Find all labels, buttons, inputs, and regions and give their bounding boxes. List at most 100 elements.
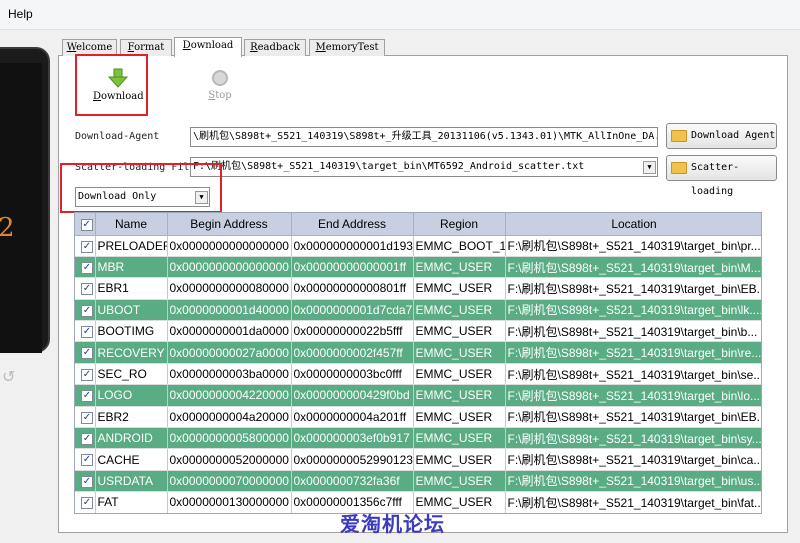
cell-name: CACHE bbox=[95, 448, 168, 471]
cell-begin-address: 0x0000000070000000 bbox=[167, 470, 292, 493]
back-arrow-icon: ↺ bbox=[2, 367, 16, 386]
scatter-loading-value: F:\刷机包\S898t+_S521_140319\target_bin\MT6… bbox=[193, 161, 585, 172]
cell-region: EMMC_USER bbox=[413, 470, 506, 493]
stop-button[interactable]: Stop bbox=[200, 70, 240, 106]
table-row[interactable]: ✓ RECOVERY 0x00000000027a0000 0x0000000002f… bbox=[75, 341, 761, 364]
checkbox-check-icon: ✓ bbox=[81, 326, 93, 339]
cell-begin-address: 0x0000000001da0000 bbox=[167, 320, 292, 343]
row-checkbox[interactable]: ✓ bbox=[75, 299, 96, 322]
cell-name: FAT bbox=[95, 491, 168, 513]
row-checkbox[interactable]: ✓ bbox=[75, 406, 96, 429]
chevron-down-icon[interactable]: ▼ bbox=[643, 161, 656, 174]
cell-end-address: 0x00000000000001ff bbox=[291, 256, 414, 279]
table-row[interactable]: ✓ EBR2 0x0000000004a20000 0x0000000004a201f… bbox=[75, 406, 761, 429]
row-checkbox[interactable]: ✓ bbox=[75, 320, 96, 343]
cell-end-address: 0x000000000001d193 bbox=[291, 235, 414, 257]
cell-begin-address: 0x0000000000000000 bbox=[167, 235, 292, 257]
cell-end-address: 0x0000000004a201ff bbox=[291, 406, 414, 429]
tab-readback[interactable]: Readback bbox=[244, 39, 306, 56]
tab-memorytest-label: emoryTest bbox=[325, 42, 379, 53]
cell-location: F:\刷机包\S898t+_S521_140319\target_bin\sy.… bbox=[505, 427, 761, 450]
cell-begin-address: 0x0000000004220000 bbox=[167, 384, 292, 407]
cell-region: EMMC_USER bbox=[413, 320, 506, 343]
cell-begin-address: 0x0000000130000000 bbox=[167, 491, 292, 513]
column-header-region[interactable]: Region bbox=[413, 213, 506, 236]
table-row[interactable]: ✓ BOOTIMG 0x0000000001da0000 0x00000000022b… bbox=[75, 320, 761, 343]
cell-location: F:\刷机包\S898t+_S521_140319\target_bin\lo.… bbox=[505, 384, 761, 407]
select-all-checkbox[interactable]: ✓ bbox=[75, 213, 96, 236]
cell-name: RECOVERY bbox=[95, 341, 168, 364]
cell-begin-address: 0x00000000027a0000 bbox=[167, 341, 292, 364]
table-row[interactable]: ✓ MBR 0x0000000000000000 0x00000000000001ff… bbox=[75, 256, 761, 279]
cell-name: LOGO bbox=[95, 384, 168, 407]
row-checkbox[interactable]: ✓ bbox=[75, 448, 96, 471]
menu-bar: Help bbox=[0, 0, 800, 30]
cell-location: F:\刷机包\S898t+_S521_140319\target_bin\EB.… bbox=[505, 277, 761, 300]
cell-name: UBOOT bbox=[95, 299, 168, 322]
checkbox-check-icon: ✓ bbox=[81, 454, 93, 467]
checkbox-check-icon: ✓ bbox=[81, 433, 93, 446]
table-row[interactable]: ✓ EBR1 0x0000000000080000 0x00000000000801f… bbox=[75, 277, 761, 300]
cell-location: F:\刷机包\S898t+_S521_140319\target_bin\ca.… bbox=[505, 448, 761, 471]
menu-help[interactable]: Help bbox=[8, 7, 33, 21]
checkbox-check-icon: ✓ bbox=[81, 475, 93, 488]
row-checkbox[interactable]: ✓ bbox=[75, 277, 96, 300]
tab-memorytest[interactable]: MemoryTest bbox=[309, 39, 385, 56]
cell-region: EMMC_BOOT_1 bbox=[413, 235, 506, 257]
cell-name: MBR bbox=[95, 256, 168, 279]
cell-begin-address: 0x0000000000080000 bbox=[167, 277, 292, 300]
scatter-loading-button[interactable]: Scatter-loading bbox=[666, 155, 777, 197]
tab-download[interactable]: Download bbox=[174, 37, 242, 57]
column-header-begin-address[interactable]: Begin Address bbox=[167, 213, 292, 236]
download-agent-label: Download-Agent bbox=[75, 131, 160, 142]
cell-region: EMMC_USER bbox=[413, 299, 506, 322]
cell-location: F:\刷机包\S898t+_S521_140319\target_bin\M..… bbox=[505, 256, 761, 279]
row-checkbox[interactable]: ✓ bbox=[75, 384, 96, 407]
tab-readback-label: eadback bbox=[257, 42, 300, 53]
cell-location: F:\刷机包\S898t+_S521_140319\target_bin\lk.… bbox=[505, 299, 761, 322]
annotation-box-download bbox=[75, 54, 148, 116]
cell-name: EBR1 bbox=[95, 277, 168, 300]
download-agent-button-label: Download Agent bbox=[691, 130, 776, 141]
cell-location: F:\刷机包\S898t+_S521_140319\target_bin\pr.… bbox=[505, 235, 761, 257]
row-checkbox[interactable]: ✓ bbox=[75, 491, 96, 513]
row-checkbox[interactable]: ✓ bbox=[75, 427, 96, 450]
cell-end-address: 0x000000000429f0bd bbox=[291, 384, 414, 407]
table-body: ✓ PRELOADER 0x0000000000000000 0x0000000000… bbox=[75, 235, 761, 513]
tab-download-underline: D bbox=[182, 40, 191, 51]
checkbox-check-icon: ✓ bbox=[80, 218, 93, 231]
row-checkbox[interactable]: ✓ bbox=[75, 235, 96, 257]
tab-memorytest-underline: M bbox=[315, 42, 326, 53]
scatter-loading-field[interactable]: F:\刷机包\S898t+_S521_140319\target_bin\MT6… bbox=[190, 157, 658, 177]
row-checkbox[interactable]: ✓ bbox=[75, 256, 96, 279]
cell-location: F:\刷机包\S898t+_S521_140319\target_bin\EB.… bbox=[505, 406, 761, 429]
column-header-name[interactable]: Name bbox=[95, 213, 168, 236]
cell-end-address: 0x0000000001d7cda7 bbox=[291, 299, 414, 322]
table-row[interactable]: ✓ SEC_RO 0x0000000003ba0000 0x0000000003bc0… bbox=[75, 363, 761, 386]
table-row[interactable]: ✓ CACHE 0x0000000052000000 0x00000000529901… bbox=[75, 448, 761, 471]
column-header-end-address[interactable]: End Address bbox=[291, 213, 414, 236]
download-agent-field[interactable]: \刷机包\S898t+_S521_140319\S898t+_升级工具_2013… bbox=[190, 127, 658, 147]
row-checkbox[interactable]: ✓ bbox=[75, 470, 96, 493]
download-agent-button[interactable]: Download Agent bbox=[666, 123, 777, 149]
table-row[interactable]: ✓ UBOOT 0x0000000001d40000 0x0000000001d7cd… bbox=[75, 299, 761, 322]
column-header-location[interactable]: Location bbox=[505, 213, 761, 236]
table-row[interactable]: ✓ PRELOADER 0x0000000000000000 0x0000000000… bbox=[75, 235, 761, 257]
cell-name: PRELOADER bbox=[95, 235, 168, 257]
row-checkbox[interactable]: ✓ bbox=[75, 341, 96, 364]
cell-location: F:\刷机包\S898t+_S521_140319\target_bin\re.… bbox=[505, 341, 761, 364]
checkbox-check-icon: ✓ bbox=[81, 261, 93, 274]
cell-location: F:\刷机包\S898t+_S521_140319\target_bin\us.… bbox=[505, 470, 761, 493]
phone-graphic: 2 ↺ bbox=[0, 47, 50, 386]
cell-name: EBR2 bbox=[95, 406, 168, 429]
row-checkbox[interactable]: ✓ bbox=[75, 363, 96, 386]
cell-end-address: 0x0000000002f457ff bbox=[291, 341, 414, 364]
table-row[interactable]: ✓ ANDROID 0x0000000005800000 0x000000003ef0… bbox=[75, 427, 761, 450]
table-row[interactable]: ✓ USRDATA 0x0000000070000000 0x0000000732fa… bbox=[75, 470, 761, 493]
checkbox-check-icon: ✓ bbox=[81, 347, 93, 360]
table-row[interactable]: ✓ LOGO 0x0000000004220000 0x000000000429f0b… bbox=[75, 384, 761, 407]
cell-name: SEC_RO bbox=[95, 363, 168, 386]
cell-location: F:\刷机包\S898t+_S521_140319\target_bin\fat… bbox=[505, 491, 761, 513]
cell-begin-address: 0x0000000000000000 bbox=[167, 256, 292, 279]
watermark-text: 爱淘机论坛 bbox=[340, 512, 445, 536]
